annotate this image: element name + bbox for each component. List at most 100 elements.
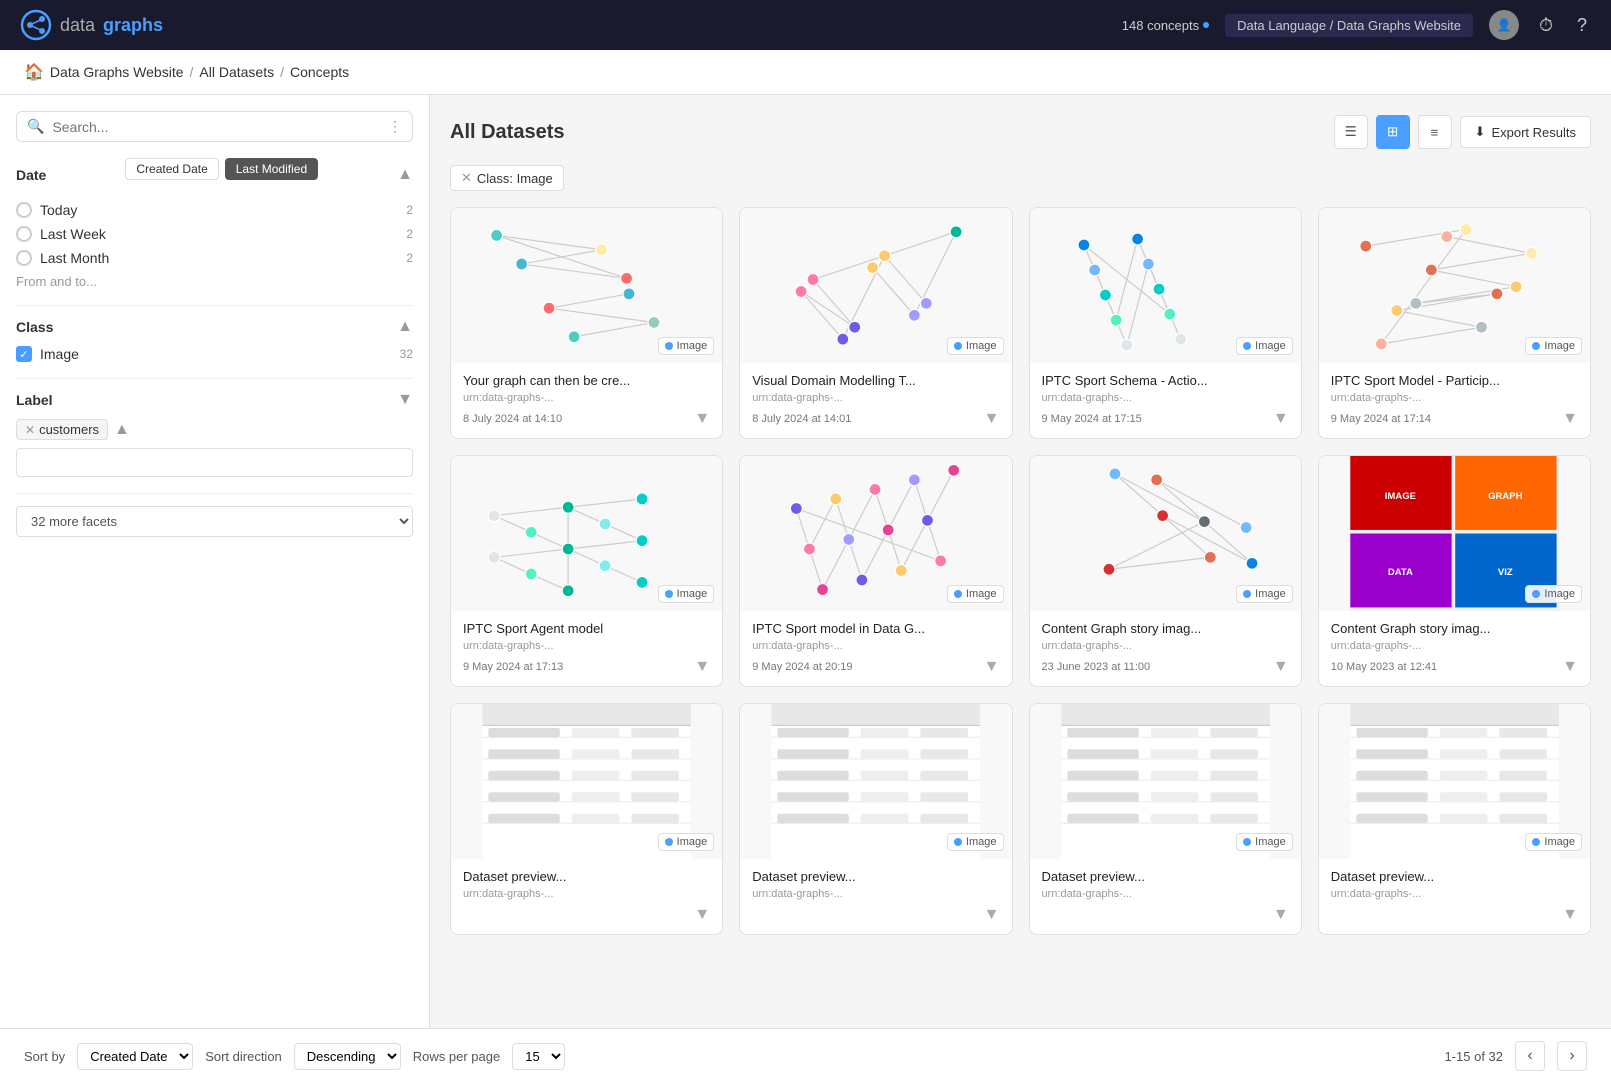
breadcrumb-datasets[interactable]: All Datasets (199, 64, 274, 80)
card-menu-icon[interactable]: ▼ (1273, 658, 1289, 676)
single-view-button[interactable]: ☰ (1334, 115, 1368, 149)
card-urn: urn:data-graphs-... (1042, 888, 1289, 900)
home-icon: 🏠 (24, 62, 44, 82)
image-label: Image (40, 346, 79, 362)
card-thumbnail: Image (740, 208, 1011, 363)
label-collapse-icon[interactable]: ▼ (397, 391, 413, 409)
label-up-icon[interactable]: ▲ (114, 421, 130, 439)
from-to-link[interactable]: From and to... (16, 274, 413, 289)
card-item[interactable]: Image IPTC Sport model in Data G... urn:… (739, 455, 1012, 687)
card-menu-icon[interactable]: ▼ (1562, 410, 1578, 428)
last-month-option[interactable]: Last Month 2 (16, 250, 413, 266)
last-modified-tab[interactable]: Last Modified (225, 158, 318, 180)
card-item[interactable]: Image IPTC Sport Agent model urn:data-gr… (450, 455, 723, 687)
card-item[interactable]: Image Visual Domain Modelling T... urn:d… (739, 207, 1012, 439)
prev-page-button[interactable]: ‹ (1515, 1041, 1545, 1071)
badge-dot (954, 342, 962, 350)
today-radio[interactable] (16, 202, 32, 218)
card-body: IPTC Sport model in Data G... urn:data-g… (740, 611, 1011, 686)
card-menu-icon[interactable]: ▼ (984, 658, 1000, 676)
card-thumbnail: Image (740, 456, 1011, 611)
last-month-label: Last Month (40, 250, 109, 266)
card-menu-icon[interactable]: ▼ (1273, 410, 1289, 428)
grid-view-button[interactable]: ⊞ (1376, 115, 1410, 149)
card-body: Dataset preview... urn:data-graphs-... ▼ (740, 859, 1011, 934)
last-week-radio[interactable] (16, 226, 32, 242)
badge-label: Image (1255, 836, 1286, 848)
card-title: Dataset preview... (752, 869, 999, 884)
card-urn: urn:data-graphs-... (463, 888, 710, 900)
card-title: Content Graph story imag... (1331, 621, 1578, 636)
last-week-label: Last Week (40, 226, 106, 242)
card-menu-icon[interactable]: ▼ (694, 658, 710, 676)
card-menu-icon[interactable]: ▼ (984, 906, 1000, 924)
card-title: IPTC Sport Schema - Actio... (1042, 373, 1289, 388)
badge-dot (954, 590, 962, 598)
card-item[interactable]: Image IPTC Sport Schema - Actio... urn:d… (1029, 207, 1302, 439)
export-results-button[interactable]: ⬇ Export Results (1460, 116, 1591, 148)
class-image-row[interactable]: ✓ Image 32 (16, 346, 413, 362)
badge-dot (665, 838, 673, 846)
class-collapse-icon[interactable]: ▲ (397, 318, 413, 336)
card-urn: urn:data-graphs-... (1331, 640, 1578, 652)
card-menu-icon[interactable]: ▼ (984, 410, 1000, 428)
card-item[interactable]: Image Content Graph story imag... urn:da… (1029, 455, 1302, 687)
help-icon[interactable]: ? (1573, 11, 1591, 40)
card-badge: Image (658, 337, 715, 355)
card-date: 8 July 2024 at 14:10 (463, 413, 562, 425)
class-image-filter-chip[interactable]: ✕ Class: Image (450, 165, 564, 191)
card-urn: urn:data-graphs-... (1042, 640, 1289, 652)
card-badge: Image (1525, 337, 1582, 355)
card-body: Your graph can then be cre... urn:data-g… (451, 363, 722, 438)
sort-by-label: Sort by (24, 1049, 65, 1064)
card-menu-icon[interactable]: ▼ (1562, 906, 1578, 924)
card-badge: Image (1525, 585, 1582, 603)
history-icon[interactable]: ⏱ (1535, 11, 1557, 40)
card-item[interactable]: Image IPTC Sport Model - Particip... urn… (1318, 207, 1591, 439)
date-collapse-icon[interactable]: ▲ (397, 166, 413, 184)
card-thumbnail: IMAGE GRAPH DATA VIZ Image (1319, 456, 1590, 611)
rows-per-page-select[interactable]: 15 (512, 1043, 565, 1070)
card-footer: 9 May 2024 at 17:15 ▼ (1042, 410, 1289, 428)
header-path[interactable]: Data Language / Data Graphs Website (1225, 14, 1473, 37)
card-footer: ▼ (1042, 906, 1289, 924)
card-menu-icon[interactable]: ▼ (1273, 906, 1289, 924)
logo[interactable]: datagraphs (20, 9, 163, 41)
today-count: 2 (406, 203, 413, 217)
card-item[interactable]: Image Dataset preview... urn:data-graphs… (450, 703, 723, 935)
card-date: 10 May 2023 at 12:41 (1331, 661, 1437, 673)
remove-filter-icon[interactable]: ✕ (461, 170, 472, 186)
today-option[interactable]: Today 2 (16, 202, 413, 218)
sort-direction-select[interactable]: Descending (294, 1043, 401, 1070)
more-options-icon[interactable]: ⋮ (388, 118, 402, 135)
card-date: 9 May 2024 at 20:19 (752, 661, 852, 673)
card-item[interactable]: Image Your graph can then be cre... urn:… (450, 207, 723, 439)
card-menu-icon[interactable]: ▼ (694, 410, 710, 428)
card-item[interactable]: Image Dataset preview... urn:data-graphs… (1318, 703, 1591, 935)
next-page-button[interactable]: › (1557, 1041, 1587, 1071)
created-date-tab[interactable]: Created Date (125, 158, 218, 180)
list-view-button[interactable]: ≡ (1418, 115, 1452, 149)
card-item[interactable]: IMAGE GRAPH DATA VIZ Image Content Graph… (1318, 455, 1591, 687)
remove-customers-icon[interactable]: ✕ (25, 423, 35, 437)
search-input[interactable] (52, 119, 380, 135)
logo-data: data (60, 15, 95, 36)
card-item[interactable]: Image Dataset preview... urn:data-graphs… (739, 703, 1012, 935)
avatar[interactable]: 👤 (1489, 10, 1519, 40)
badge-label: Image (677, 588, 708, 600)
card-urn: urn:data-graphs-... (463, 640, 710, 652)
customers-tag[interactable]: ✕ customers (16, 419, 108, 440)
image-checkbox[interactable]: ✓ (16, 346, 32, 362)
card-menu-icon[interactable]: ▼ (1562, 658, 1578, 676)
more-facets-select[interactable]: 32 more facets (16, 506, 413, 537)
label-search-input[interactable] (16, 448, 413, 477)
last-month-radio[interactable] (16, 250, 32, 266)
card-thumbnail: Image (451, 704, 722, 859)
card-body: IPTC Sport Agent model urn:data-graphs-.… (451, 611, 722, 686)
last-week-option[interactable]: Last Week 2 (16, 226, 413, 242)
sort-field-select[interactable]: Created Date (77, 1043, 193, 1070)
breadcrumb-home[interactable]: Data Graphs Website (50, 64, 184, 80)
card-item[interactable]: Image Dataset preview... urn:data-graphs… (1029, 703, 1302, 935)
date-filter-title: Date (16, 167, 46, 183)
card-menu-icon[interactable]: ▼ (694, 906, 710, 924)
